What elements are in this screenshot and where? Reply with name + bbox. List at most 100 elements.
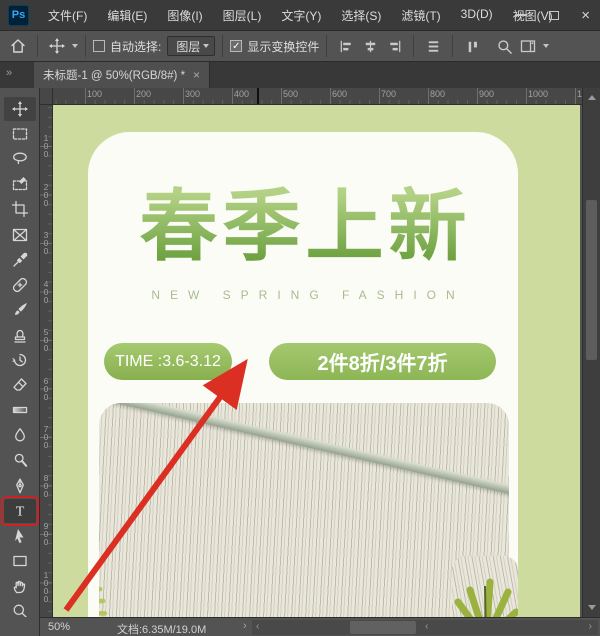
spot-healing-brush-tool[interactable] — [4, 273, 36, 297]
menu-item-1[interactable]: 编辑(E) — [98, 3, 156, 28]
scroll-up-icon[interactable] — [588, 95, 596, 100]
vruler-label: 200 — [41, 182, 51, 206]
workspace-switcher-icon[interactable] — [516, 34, 540, 58]
blur-tool[interactable] — [4, 423, 36, 447]
document-tab-bar: » 未标题-1 @ 50%(RGB/8#) * × — [0, 62, 600, 88]
collapse-panels-icon[interactable]: » — [6, 67, 11, 79]
poster-subheadline: NEW SPRING FASHION — [88, 288, 518, 302]
hruler-label: 100 — [87, 89, 102, 99]
align-right-edges-icon[interactable] — [382, 34, 406, 58]
eraser-tool[interactable] — [4, 373, 36, 397]
canvas-viewport[interactable]: 春季上新 NEW SPRING FASHION TIME :3.6-3.12 2… — [53, 105, 580, 617]
discount-badge: 2件8折/3件7折 — [269, 343, 496, 380]
clone-stamp-tool[interactable] — [4, 323, 36, 347]
menu-item-5[interactable]: 选择(S) — [332, 3, 390, 28]
auto-select-target-dropdown[interactable]: 图层 — [167, 36, 215, 56]
document-size-info[interactable]: 文档:6.35M/19.0M — [117, 621, 206, 636]
status-bar: 50% 文档:6.35M/19.0M › ‹ ‹ › — [40, 617, 600, 636]
hruler-label: 800 — [430, 89, 445, 99]
show-transform-label: 显示变换控件 — [247, 38, 319, 55]
hruler-label: 900 — [479, 89, 494, 99]
horizontal-scrollbar[interactable]: ‹ ‹ › — [252, 620, 598, 635]
type-tool[interactable]: T — [4, 499, 36, 523]
path-selection-tool[interactable] — [4, 524, 36, 548]
rectangle-tool[interactable] — [4, 549, 36, 573]
show-transform-checkbox[interactable]: ✓ — [230, 40, 242, 52]
separator — [413, 35, 414, 57]
auto-select-checkbox[interactable] — [93, 40, 105, 52]
scroll-left-icon[interactable]: ‹ — [256, 621, 259, 632]
vertical-ruler[interactable]: 1002003004005006007008009001000 — [40, 105, 53, 617]
vruler-label: 800 — [41, 473, 51, 497]
menu-item-0[interactable]: 文件(F) — [39, 3, 96, 28]
separator — [85, 35, 86, 57]
history-brush-tool[interactable] — [4, 348, 36, 372]
gradient-tool[interactable] — [4, 398, 36, 422]
vruler-label: 600 — [41, 376, 51, 400]
align-left-edges-icon[interactable] — [334, 34, 358, 58]
menu-item-6[interactable]: 滤镜(T) — [392, 3, 449, 28]
search-icon[interactable] — [492, 34, 516, 58]
vruler-label: 700 — [41, 424, 51, 448]
vruler-label: 500 — [41, 327, 51, 351]
vruler-label: 900 — [41, 521, 51, 545]
close-icon[interactable]: × — [581, 8, 590, 23]
pen-tool[interactable] — [4, 474, 36, 498]
hand-tool[interactable] — [4, 574, 36, 598]
svg-text:T: T — [16, 504, 25, 519]
menu-item-3[interactable]: 图层(L) — [214, 3, 271, 28]
zoom-level-field[interactable]: 50% — [48, 621, 70, 633]
scroll-right-icon[interactable]: › — [589, 621, 592, 632]
hruler-label: 1000 — [528, 89, 548, 99]
leaf-fan-photo — [452, 556, 518, 617]
chevron-down-icon[interactable] — [72, 44, 78, 48]
crop-tool[interactable] — [4, 197, 36, 221]
scroll-left-icon[interactable]: ‹ — [425, 621, 428, 632]
vruler-label: 1000 — [41, 570, 51, 602]
3d-mode-icon[interactable] — [460, 34, 484, 58]
palm-leaves-illustration — [99, 404, 509, 617]
eyedropper-tool[interactable] — [4, 248, 36, 272]
document-tab[interactable]: 未标题-1 @ 50%(RGB/8#) * × — [34, 62, 210, 88]
scroll-down-icon[interactable] — [588, 605, 596, 610]
horizontal-scrollbar-thumb[interactable] — [350, 621, 416, 634]
chevron-down-icon[interactable] — [543, 44, 549, 48]
separator — [222, 35, 223, 57]
brush-tool[interactable] — [4, 298, 36, 322]
move-tool[interactable] — [4, 97, 36, 121]
photoshop-logo-icon: Ps — [8, 5, 29, 26]
vertical-scrollbar-thumb[interactable] — [586, 200, 597, 360]
menu-item-4[interactable]: 文字(Y) — [272, 3, 330, 28]
ruler-corner — [40, 88, 53, 105]
home-icon[interactable] — [6, 34, 30, 58]
document-tab-title: 未标题-1 @ 50%(RGB/8#) * — [43, 67, 185, 83]
hruler-label: 300 — [185, 89, 200, 99]
align-horizontal-centers-icon[interactable] — [358, 34, 382, 58]
minimize-icon[interactable] — [516, 14, 527, 16]
frame-tool[interactable] — [4, 223, 36, 247]
status-expander-icon[interactable]: › — [243, 620, 247, 632]
horizontal-ruler[interactable]: 10020030040050060070080090010001100 — [53, 88, 582, 105]
tool-options-bar: 自动选择: 图层 ✓ 显示变换控件 — [0, 30, 600, 62]
maximize-icon[interactable] — [549, 11, 559, 20]
tab-close-icon[interactable]: × — [193, 68, 200, 82]
menu-item-2[interactable]: 图像(I) — [158, 3, 211, 28]
hruler-label: 400 — [234, 89, 249, 99]
tools-panel-footer — [0, 617, 40, 636]
hruler-label: 200 — [136, 89, 151, 99]
move-tool-preset-icon[interactable] — [45, 34, 69, 58]
menu-item-7[interactable]: 3D(D) — [452, 3, 502, 28]
auto-select-target-value: 图层 — [176, 38, 200, 55]
photoshop-window: Ps 文件(F)编辑(E)图像(I)图层(L)文字(Y)选择(S)滤镜(T)3D… — [0, 0, 600, 636]
separator — [37, 35, 38, 57]
distribute-icon[interactable] — [421, 34, 445, 58]
vertical-scrollbar[interactable] — [582, 88, 600, 617]
object-selection-tool[interactable] — [4, 172, 36, 196]
rectangular-marquee-tool[interactable] — [4, 122, 36, 146]
title-bar: Ps 文件(F)编辑(E)图像(I)图层(L)文字(Y)选择(S)滤镜(T)3D… — [0, 0, 600, 30]
hruler-label: 600 — [332, 89, 347, 99]
hruler-label: 500 — [283, 89, 298, 99]
chevron-down-icon — [203, 44, 209, 48]
lasso-tool[interactable] — [4, 147, 36, 171]
dodge-tool[interactable] — [4, 448, 36, 472]
